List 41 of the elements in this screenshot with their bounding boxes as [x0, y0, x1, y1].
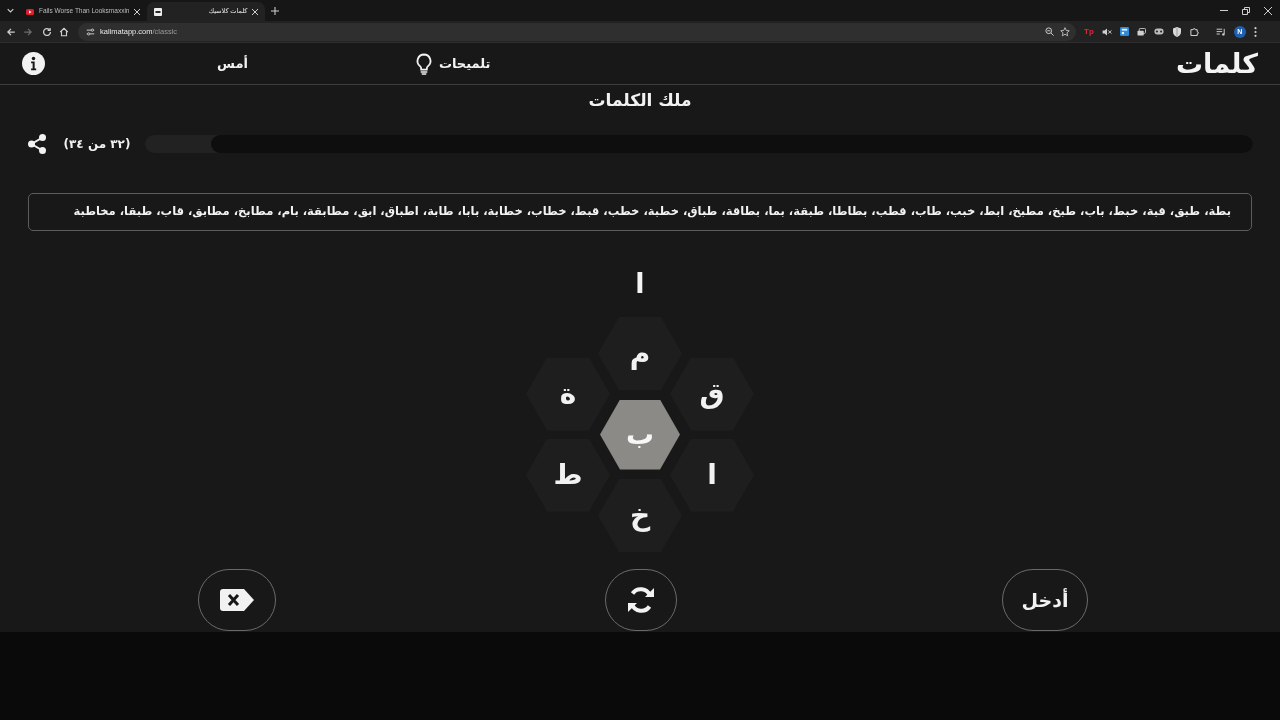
info-icon[interactable]	[22, 52, 45, 75]
gamepad-icon[interactable]	[1153, 28, 1164, 35]
typed-word-text: ا	[635, 269, 645, 297]
found-words-text: بطة، طبق، قبة، خبط، باب، طبخ، مطبخ، ابط، خبب، طاب، قطب، بطاطا، طبقة، بما، بطاقة، طباق، خطبة، خطب، قبط، خطاب، خطابة، بابا، طابة، اطباق، ابق، مطابقة، بام، مطابخ، مطابق، قاب، طبقا، مخاطبة	[73, 206, 1231, 218]
close-tab-icon[interactable]	[252, 8, 259, 15]
lightbulb-icon	[414, 52, 433, 75]
backspace-icon	[220, 589, 254, 611]
media-controls-icon[interactable]	[1215, 27, 1226, 36]
close-window-icon[interactable]	[1264, 6, 1272, 15]
letter-hex[interactable]: خ	[598, 479, 682, 552]
windows-stack-icon[interactable]	[1136, 27, 1146, 36]
app-logo[interactable]: كلمات	[1175, 50, 1258, 77]
letter-hex[interactable]: ق	[670, 357, 754, 431]
app-favicon-icon	[154, 7, 163, 16]
reload-icon[interactable]	[42, 26, 52, 37]
site-settings-icon[interactable]	[86, 27, 95, 36]
letter-hex[interactable]: ا	[670, 438, 754, 512]
refresh-arrows-icon	[626, 585, 656, 615]
yesterday-link[interactable]: أمس	[217, 57, 248, 70]
video-play-favicon-icon	[26, 8, 34, 15]
menu-dots-icon[interactable]	[1253, 26, 1257, 37]
letter-hex[interactable]: ة	[526, 357, 610, 431]
muted-speaker-icon[interactable]	[1101, 27, 1112, 36]
page-title: ملك الكلمات	[588, 91, 692, 109]
close-tab-icon[interactable]	[134, 8, 141, 15]
share-icon[interactable]	[27, 133, 47, 155]
puzzle-piece-icon[interactable]	[1189, 27, 1199, 36]
zoom-magnifier-icon[interactable]	[1045, 27, 1054, 36]
letter-hex[interactable]: ط	[526, 438, 610, 512]
letter-hex[interactable]: م	[598, 317, 682, 390]
new-tab-icon[interactable]	[271, 7, 280, 15]
progress-count-text: (٣٢ من ٣٤)	[62, 136, 132, 153]
tab-list-caret-icon[interactable]	[7, 8, 14, 13]
home-icon[interactable]	[59, 26, 69, 37]
extension-tile-icon[interactable]	[1119, 27, 1129, 36]
back-arrow-icon[interactable]	[6, 26, 16, 37]
bookmark-star-icon[interactable]	[1060, 26, 1070, 37]
shield-icon[interactable]	[1172, 26, 1181, 37]
hints-button[interactable]: تلميحات	[414, 52, 491, 75]
forward-arrow-icon[interactable]	[23, 26, 33, 37]
restore-icon[interactable]	[1242, 6, 1250, 15]
